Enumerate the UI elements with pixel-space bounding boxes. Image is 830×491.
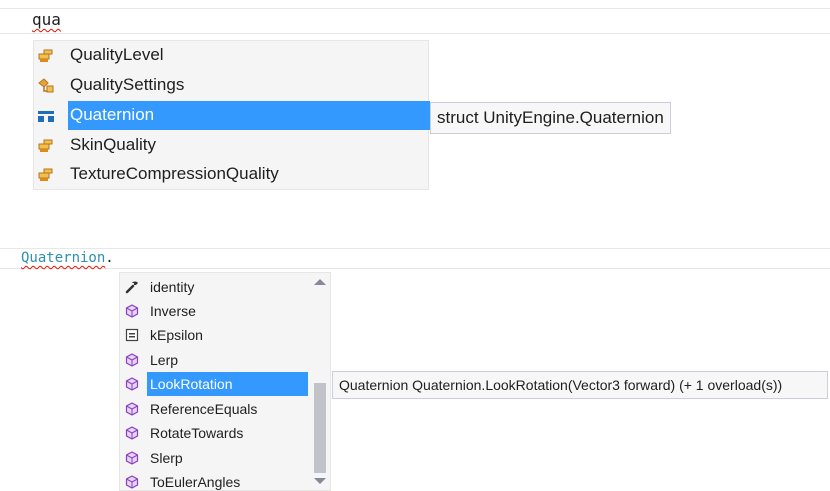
completion-item[interactable]: kEpsilon: [120, 323, 310, 347]
completion-scrollbar[interactable]: [310, 273, 330, 490]
method-icon: [125, 451, 139, 465]
method-icon: [125, 304, 139, 318]
completion-item[interactable]: QualityLevel: [34, 41, 430, 70]
completion-item-label: LookRotation: [150, 376, 233, 392]
quickinfo-tooltip-top: struct UnityEngine.Quaternion: [430, 102, 671, 134]
completion-item-label: Slerp: [150, 450, 183, 466]
completion-item[interactable]: Lerp: [120, 348, 310, 372]
completion-item[interactable]: Inverse: [120, 299, 310, 323]
completion-item-selected[interactable]: Quaternion: [38, 101, 430, 130]
method-icon: [125, 475, 139, 489]
scroll-up-arrow-icon[interactable]: [314, 279, 326, 285]
scroll-thumb[interactable]: [314, 383, 326, 473]
method-icon: [125, 353, 139, 367]
type-name[interactable]: Quaternion: [21, 250, 105, 266]
struct-icon: [38, 111, 54, 122]
completion-item[interactable]: ToEulerAngles: [120, 470, 310, 491]
completion-item[interactable]: identity: [120, 275, 310, 299]
completion-list-bottom[interactable]: identity Inverse kEpsilon Lerp LookRotat…: [119, 272, 331, 491]
scroll-down-arrow-icon[interactable]: [314, 478, 326, 484]
method-icon: [125, 377, 139, 391]
completion-item-selected[interactable]: LookRotation: [120, 372, 310, 396]
member-access-dot: .: [105, 250, 114, 266]
completion-item-label: Quaternion: [70, 105, 155, 124]
completion-item-label: ToEulerAngles: [150, 474, 241, 490]
editor-page: qua QualityLevel QualitySettings Quatern…: [0, 0, 830, 491]
method-icon: [125, 426, 139, 440]
completion-item-label: RotateTowards: [150, 425, 244, 441]
code-line-top[interactable]: qua: [32, 10, 61, 29]
quickinfo-tooltip-bottom: Quaternion Quaternion.LookRotation(Vecto…: [332, 371, 828, 399]
completion-item[interactable]: TextureCompressionQuality: [34, 160, 430, 189]
property-icon: [125, 281, 138, 294]
completion-item-label: TextureCompressionQuality: [70, 164, 279, 183]
completion-item-label: ReferenceEquals: [150, 401, 258, 417]
completion-item-label: QualitySettings: [70, 75, 185, 94]
field-icon: [125, 328, 139, 342]
completion-item-label: identity: [150, 279, 195, 295]
line-border-bottom: [0, 268, 830, 269]
completion-item[interactable]: SkinQuality: [34, 131, 430, 160]
completion-item[interactable]: QualitySettings: [34, 71, 430, 100]
line-border-top: [0, 8, 830, 9]
completion-item[interactable]: RotateTowards: [120, 421, 310, 445]
line-border-bottom: [0, 33, 830, 34]
method-icon: [125, 402, 139, 416]
completion-item-label: Inverse: [150, 303, 196, 319]
completion-item-label: SkinQuality: [70, 135, 156, 154]
enum-icon: [38, 168, 53, 181]
completion-item-label: QualityLevel: [70, 45, 164, 64]
enum-icon: [38, 139, 53, 152]
completion-list-top[interactable]: QualityLevel QualitySettings Quaternion: [33, 40, 430, 190]
code-line-bottom[interactable]: Quaternion.: [21, 250, 114, 266]
completion-item-label: Lerp: [150, 352, 179, 368]
enum-icon: [38, 49, 53, 62]
completion-item[interactable]: ReferenceEquals: [120, 397, 310, 421]
typed-text[interactable]: qua: [32, 10, 61, 29]
completion-item-label: kEpsilon: [150, 327, 203, 343]
line-border-top: [0, 248, 830, 249]
completion-item[interactable]: Slerp: [120, 446, 310, 470]
class-icon: [38, 78, 54, 93]
